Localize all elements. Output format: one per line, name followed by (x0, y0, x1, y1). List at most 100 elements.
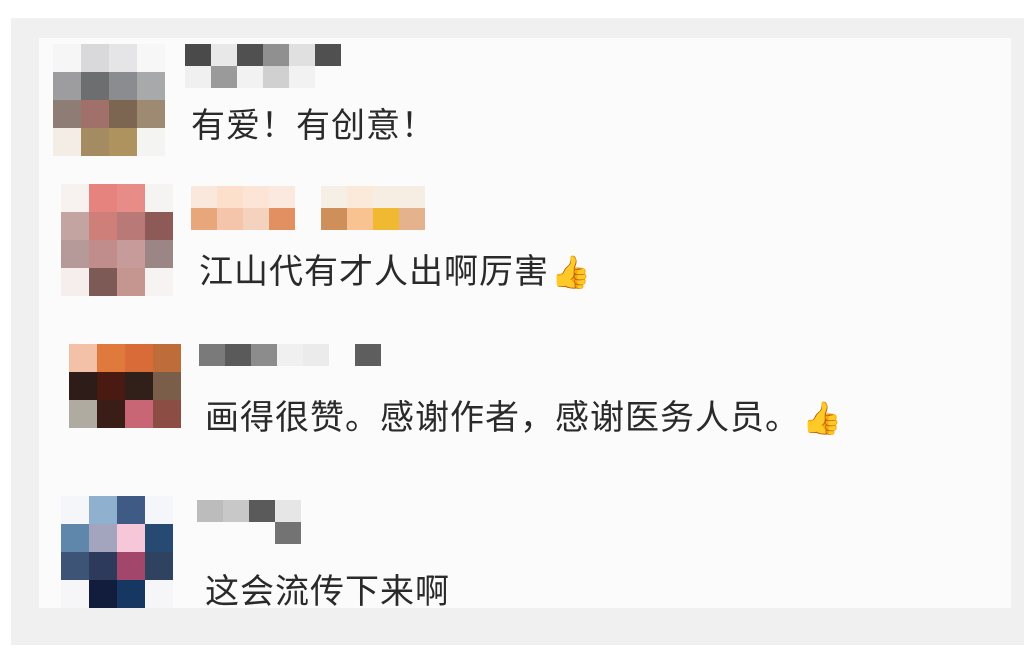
avatar-pixel (125, 428, 153, 456)
avatar-pixel (53, 128, 81, 156)
username-pixel (355, 344, 381, 366)
avatar-pixel (117, 524, 145, 552)
avatar-pixel (81, 44, 109, 72)
username[interactable] (197, 500, 301, 544)
comment-text: 江山代有才人出啊厉害👍 (199, 252, 592, 292)
avatar-pixel (117, 268, 145, 296)
avatar-pixel (61, 524, 89, 552)
avatar-pixel (145, 552, 173, 580)
username-pixel (277, 366, 303, 388)
avatar-pixel (153, 400, 181, 428)
avatar-pixel (153, 372, 181, 400)
username-pixel (355, 366, 381, 388)
thumbs-up-icon: 👍 (551, 253, 592, 291)
avatar-pixel (125, 344, 153, 372)
username-pixel (289, 66, 315, 88)
username-pixel (249, 500, 275, 522)
username-pixel (263, 44, 289, 66)
username-pixel (197, 522, 223, 544)
username-pixel (277, 344, 303, 366)
avatar-pixel (145, 268, 173, 296)
avatar-pixel (153, 344, 181, 372)
thumbs-up-icon: 👍 (802, 399, 843, 437)
username-pixel (315, 66, 341, 88)
avatar-pixel (89, 580, 117, 608)
avatar[interactable] (61, 496, 173, 608)
username-pixel (315, 44, 341, 66)
avatar-pixel (81, 72, 109, 100)
avatar-pixel (61, 268, 89, 296)
username-pixel (237, 44, 263, 66)
avatar-pixel (109, 44, 137, 72)
username[interactable] (185, 44, 341, 88)
avatar-pixel (109, 100, 137, 128)
avatar-pixel (137, 128, 165, 156)
avatar-pixel (109, 128, 137, 156)
username-pixel (275, 522, 301, 544)
username-pixel (347, 208, 373, 230)
username-pixel (295, 208, 321, 230)
avatar-pixel (117, 496, 145, 524)
username[interactable] (199, 344, 381, 388)
avatar-pixel (117, 212, 145, 240)
avatar-pixel (145, 580, 173, 608)
comment-item: 画得很赞。感谢作者，感谢医务人员。👍 (39, 334, 1011, 474)
username-pixel (199, 366, 225, 388)
avatar-pixel (53, 72, 81, 100)
comment-list: 有爱！有创意！ 江山代有才人出啊厉害👍 画得很赞。感谢作者，感谢医务人员。👍 这… (39, 38, 1011, 612)
username-pixel (223, 522, 249, 544)
username-pixel (373, 186, 399, 208)
avatar-pixel (61, 496, 89, 524)
username[interactable] (191, 186, 425, 230)
avatar-pixel (117, 184, 145, 212)
avatar-pixel (89, 184, 117, 212)
username-pixel (225, 366, 251, 388)
username-pixel (399, 208, 425, 230)
avatar-pixel (117, 580, 145, 608)
avatar-pixel (125, 400, 153, 428)
avatar[interactable] (69, 344, 181, 456)
avatar-pixel (117, 552, 145, 580)
comment-item: 有爱！有创意！ (39, 38, 1011, 178)
username-pixel (217, 208, 243, 230)
avatar-pixel (53, 44, 81, 72)
avatar-pixel (145, 524, 173, 552)
avatar[interactable] (61, 184, 173, 296)
screenshot-frame: 有爱！有创意！ 江山代有才人出啊厉害👍 画得很赞。感谢作者，感谢医务人员。👍 这… (11, 18, 1024, 645)
avatar-pixel (145, 212, 173, 240)
avatar-pixel (109, 72, 137, 100)
avatar-pixel (125, 372, 153, 400)
username-pixel (399, 186, 425, 208)
avatar-pixel (97, 400, 125, 428)
username-pixel (289, 44, 315, 66)
username-pixel (347, 186, 373, 208)
avatar-pixel (89, 524, 117, 552)
avatar-pixel (61, 580, 89, 608)
avatar-pixel (69, 428, 97, 456)
username-pixel (303, 344, 329, 366)
username-pixel (211, 66, 237, 88)
username-pixel (185, 66, 211, 88)
avatar-pixel (61, 184, 89, 212)
avatar-pixel (97, 344, 125, 372)
username-pixel (263, 66, 289, 88)
avatar-pixel (81, 128, 109, 156)
comment-item: 江山代有才人出啊厉害👍 (39, 180, 1011, 320)
avatar-pixel (97, 428, 125, 456)
comment-text: 画得很赞。感谢作者，感谢医务人员。👍 (205, 398, 843, 438)
username-pixel (217, 186, 243, 208)
username-pixel (197, 500, 223, 522)
avatar-pixel (137, 72, 165, 100)
avatar-pixel (145, 496, 173, 524)
username-pixel (269, 208, 295, 230)
avatar-pixel (61, 552, 89, 580)
username-pixel (321, 186, 347, 208)
avatar-pixel (61, 240, 89, 268)
username-pixel (191, 208, 217, 230)
avatar-pixel (137, 100, 165, 128)
username-pixel (199, 344, 225, 366)
username-pixel (237, 66, 263, 88)
avatar[interactable] (53, 44, 165, 156)
avatar-pixel (69, 372, 97, 400)
username-pixel (295, 186, 321, 208)
